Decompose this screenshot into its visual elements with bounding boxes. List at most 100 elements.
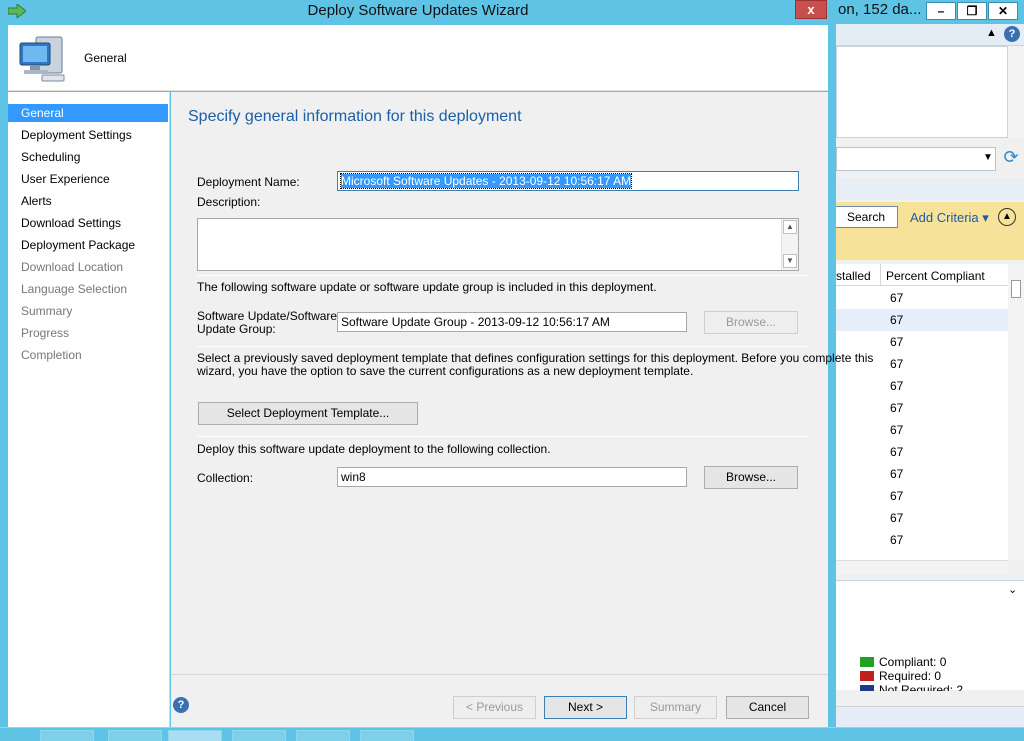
taskbar-item[interactable]	[40, 730, 94, 741]
not-required-swatch	[860, 685, 874, 691]
taskbar-item[interactable]	[360, 730, 414, 741]
table-row[interactable]: 67	[836, 331, 1008, 353]
nav-step-general[interactable]: General	[8, 104, 168, 122]
wizard-close-button[interactable]: x	[795, 0, 827, 19]
deployment-name-value: Microsoft Software Updates - 2013-09-12 …	[339, 173, 633, 189]
deploy-software-updates-wizard: Deploy Software Updates Wizard x General…	[0, 0, 873, 727]
help-icon[interactable]: ?	[173, 697, 189, 713]
cancel-button[interactable]: Cancel	[726, 696, 809, 719]
legend-label: Compliant: 0	[879, 655, 947, 669]
grid-vertical-scrollbar[interactable]	[1008, 264, 1024, 560]
percent-cell: 67	[890, 423, 904, 437]
table-row[interactable]: 67	[836, 529, 1008, 551]
legend-label: Required: 0	[879, 669, 942, 683]
template-info-line2: wizard, you have the option to save the …	[197, 364, 694, 378]
percent-cell: 67	[890, 467, 904, 481]
nav-step-progress: Progress	[21, 326, 70, 340]
search-button[interactable]: Search	[832, 206, 898, 228]
address-bar[interactable]: ▼	[836, 147, 996, 171]
legend-compliant: Compliant: 0	[860, 655, 946, 669]
wizard-content: Specify general information for this dep…	[171, 92, 873, 727]
taskbar-item-active[interactable]	[168, 730, 222, 741]
taskbar	[0, 727, 1024, 741]
template-info-line1: Select a previously saved deployment tem…	[197, 351, 874, 365]
scroll-thumb[interactable]	[1011, 280, 1021, 298]
taskbar-item[interactable]	[232, 730, 286, 741]
nav-step-user-experience[interactable]: User Experience	[8, 170, 168, 188]
add-criteria-link[interactable]: Add Criteria ▾	[910, 210, 989, 226]
select-deployment-template-button[interactable]: Select Deployment Template...	[198, 402, 418, 425]
update-group-browse-button: Browse...	[704, 311, 798, 334]
required-swatch	[860, 671, 874, 681]
ribbon-scrollbar[interactable]	[1008, 46, 1024, 138]
restore-button[interactable]: ❐	[957, 2, 987, 20]
nav-step-deployment-settings[interactable]: Deployment Settings	[8, 126, 168, 144]
table-row[interactable]: 67	[836, 375, 1008, 397]
collection-browse-button[interactable]: Browse...	[704, 466, 798, 489]
ribbon-tab-bar: ▲ ?	[836, 24, 1024, 46]
nav-step-alerts[interactable]: Alerts	[8, 192, 168, 210]
column-header-percent-compliant[interactable]: Percent Compliant	[886, 269, 985, 283]
table-row[interactable]: 67	[836, 309, 1008, 331]
table-row[interactable]: 67	[836, 485, 1008, 507]
next-button[interactable]: Next >	[544, 696, 627, 719]
percent-cell: 67	[890, 533, 904, 547]
taskbar-item[interactable]	[296, 730, 350, 741]
scroll-down-icon[interactable]: ▼	[783, 254, 797, 268]
nav-step-scheduling[interactable]: Scheduling	[8, 148, 168, 166]
nav-step-language-selection: Language Selection	[21, 282, 128, 296]
console-subheader	[836, 178, 1024, 200]
minimize-button[interactable]: –	[926, 2, 956, 20]
summary-button: Summary	[634, 696, 717, 719]
content-heading: Specify general information for this dep…	[188, 108, 522, 125]
column-separator[interactable]	[880, 264, 881, 286]
collapse-search-icon[interactable]: ▲	[998, 208, 1016, 226]
legend-required: Required: 0	[860, 669, 941, 683]
console-titlebar: on, 152 da... – ❐ ✕	[836, 0, 1024, 24]
scroll-up-icon[interactable]: ▲	[783, 220, 797, 234]
table-row[interactable]: 67	[836, 507, 1008, 529]
collection-field: win8	[337, 467, 687, 487]
table-row[interactable]: 67	[836, 463, 1008, 485]
wizard-step-navigation: General Deployment Settings Scheduling U…	[8, 92, 170, 727]
wizard-header: General	[8, 25, 828, 91]
console-close-button[interactable]: ✕	[988, 2, 1018, 20]
nav-step-download-settings[interactable]: Download Settings	[8, 214, 168, 232]
table-row[interactable]: 67	[836, 287, 1008, 309]
table-row[interactable]: 67	[836, 397, 1008, 419]
results-grid: stalled Percent Compliant 67 67 67 67 67…	[836, 264, 1008, 560]
ribbon-panel	[836, 46, 1008, 138]
nav-step-summary: Summary	[21, 304, 73, 318]
description-textarea[interactable]: ▲ ▼	[197, 218, 799, 271]
percent-cell: 67	[890, 489, 904, 503]
search-button-label: Search	[847, 210, 886, 224]
nav-step-deployment-package[interactable]: Deployment Package	[8, 236, 168, 254]
ribbon-collapse-icon[interactable]: ▲	[986, 27, 997, 39]
grid-horizontal-scrollbar[interactable]	[836, 560, 1008, 574]
address-dropdown-icon[interactable]: ▼	[983, 152, 993, 163]
collection-label: Collection:	[197, 471, 254, 485]
collection-info-text: Deploy this software update deployment t…	[197, 442, 551, 456]
deployment-name-input[interactable]: Microsoft Software Updates - 2013-09-12 …	[337, 171, 799, 191]
column-header-installed[interactable]: stalled	[836, 269, 871, 283]
compliant-swatch	[860, 657, 874, 667]
update-group-label-line1: Software Update/Software	[197, 309, 338, 323]
description-scrollbar[interactable]: ▲ ▼	[781, 219, 798, 270]
refresh-icon[interactable]: ⟳	[1000, 147, 1022, 171]
details-expand-icon[interactable]: ⌄	[1008, 583, 1017, 596]
console-status-bar	[836, 706, 1024, 728]
update-info-text: The following software update or softwar…	[197, 280, 657, 294]
deployment-name-label: Deployment Name:	[197, 175, 300, 189]
section-divider	[197, 346, 808, 347]
percent-cell: 67	[890, 401, 904, 415]
nav-step-download-location: Download Location	[21, 260, 124, 274]
description-label: Description:	[197, 195, 261, 209]
console-help-icon[interactable]: ?	[1004, 26, 1020, 42]
wizard-titlebar[interactable]: Deploy Software Updates Wizard x	[0, 0, 836, 24]
table-row[interactable]: 67	[836, 441, 1008, 463]
taskbar-item[interactable]	[108, 730, 162, 741]
percent-cell: 67	[890, 335, 904, 349]
percent-cell: 67	[890, 291, 904, 305]
footer-divider	[171, 674, 828, 675]
table-row[interactable]: 67	[836, 419, 1008, 441]
